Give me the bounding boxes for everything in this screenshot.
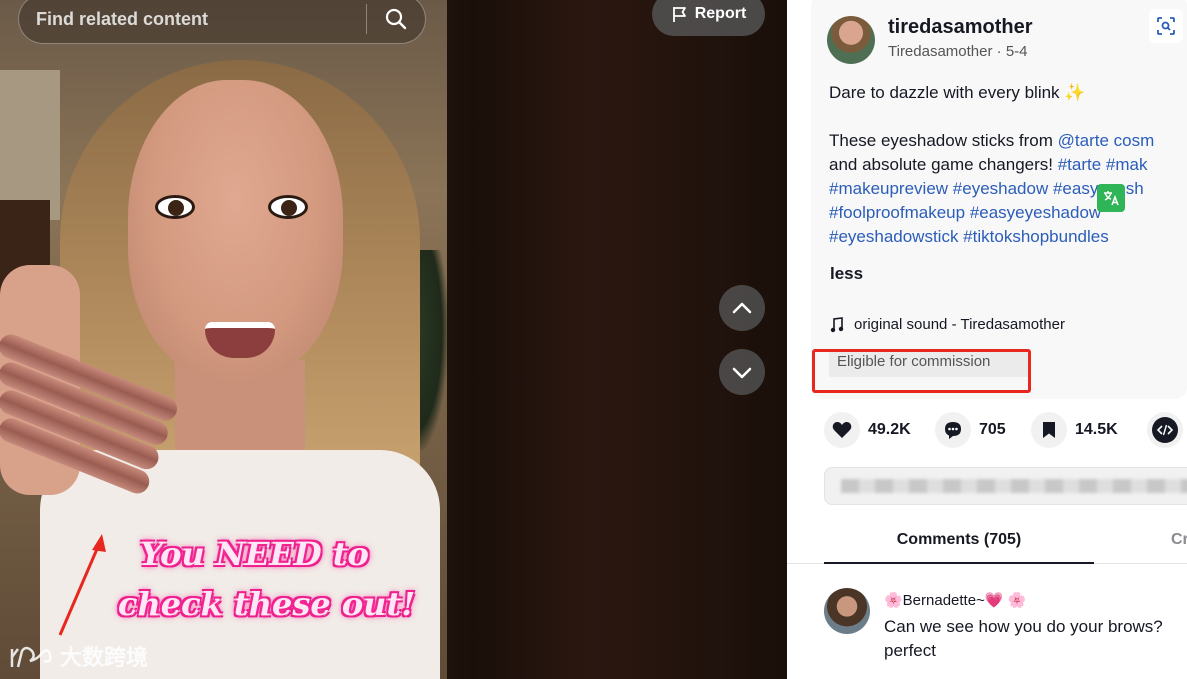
blurred-link-text xyxy=(841,479,1187,493)
presenter-eye-left xyxy=(155,195,195,219)
report-button[interactable]: Report xyxy=(652,0,765,36)
comment-icon-circle xyxy=(935,412,971,448)
search-button[interactable] xyxy=(367,0,425,43)
commenter-avatar[interactable] xyxy=(824,588,870,634)
comment-line-1: Can we see how you do your brows? xyxy=(884,617,1163,636)
caption-line-1: These eyeshadow sticks from @tarte cosm xyxy=(829,129,1187,153)
video-player[interactable]: You NEED to check these out! 大数跨境 Repo xyxy=(0,0,787,679)
watermark-text: 大数跨境 xyxy=(60,646,149,671)
chevron-down-icon xyxy=(732,367,752,379)
post-date: 5-4 xyxy=(1005,43,1028,60)
previous-video-button[interactable] xyxy=(719,285,765,331)
background-window xyxy=(0,70,60,220)
comment-line-2: perfect xyxy=(884,641,936,660)
caption-headline: Dare to dazzle with every blink ✨ xyxy=(829,83,1086,102)
chevron-up-icon xyxy=(732,302,752,314)
report-label: Report xyxy=(694,5,747,22)
search-input[interactable] xyxy=(19,0,366,43)
lens-icon xyxy=(1157,17,1175,35)
like-icon-circle xyxy=(824,412,860,448)
flag-icon xyxy=(672,7,686,22)
caption-line-2: and absolute game changers! #tarte #mak xyxy=(829,153,1187,177)
translate-glyph-icon xyxy=(1104,191,1119,206)
comment-count: 705 xyxy=(979,421,1006,438)
save-icon-circle xyxy=(1031,412,1067,448)
post-info-card: tiredasamother Tiredasamother · 5-4 Dare… xyxy=(811,0,1187,399)
hashtag-line-4[interactable]: #foolproofmakeup #easyeyeshadow xyxy=(829,201,1187,225)
caption-text: These eyeshadow sticks from xyxy=(829,131,1058,150)
author-display-name: Tiredasamother xyxy=(888,43,993,60)
red-arrow-annotation xyxy=(58,534,106,636)
embed-icon-circle xyxy=(1147,412,1183,448)
commenter-name[interactable]: 🌸Bernadette~💗 🌸 xyxy=(884,591,1026,609)
sound-link[interactable]: original sound - Tiredasamother xyxy=(830,316,1065,333)
commission-badge: Eligible for commission xyxy=(829,349,1029,377)
watermark-logo-icon xyxy=(10,646,52,668)
sound-label: original sound - Tiredasamother xyxy=(854,316,1065,333)
like-count: 49.2K xyxy=(868,421,911,438)
comment-icon xyxy=(945,422,961,439)
next-video-button[interactable] xyxy=(719,349,765,395)
mention-link[interactable]: @tarte cosm xyxy=(1058,131,1155,150)
like-button[interactable]: 49.2K xyxy=(824,412,911,448)
copy-link-field[interactable] xyxy=(824,467,1187,505)
embed-button[interactable] xyxy=(1147,412,1183,448)
meta-separator: · xyxy=(992,43,1006,60)
panel-tabs: Comments (705) Cr xyxy=(787,520,1187,564)
less-toggle[interactable]: less xyxy=(830,264,863,284)
caption-text: and absolute game changers! xyxy=(829,155,1058,174)
visual-search-button[interactable] xyxy=(1149,9,1183,43)
video-frame[interactable]: You NEED to check these out! 大数跨境 xyxy=(0,0,447,679)
author-username[interactable]: tiredasamother xyxy=(888,16,1033,39)
hashtag-line-5[interactable]: #eyeshadowstick #tiktokshopbundles xyxy=(829,225,1187,249)
presenter-eye-right xyxy=(268,195,308,219)
search-icon xyxy=(385,8,407,30)
tab-creator-videos[interactable]: Cr xyxy=(1171,520,1187,549)
hashtag-link[interactable]: #tarte #mak xyxy=(1058,155,1148,174)
comment-text: Can we see how you do your brows? perfec… xyxy=(884,615,1187,663)
bookmark-icon xyxy=(1043,422,1055,438)
post-caption: Dare to dazzle with every blink ✨ These … xyxy=(829,81,1187,249)
search-bar[interactable] xyxy=(18,0,426,44)
video-overlay-line2: check these out! xyxy=(118,585,416,623)
video-overlay-line1: You NEED to xyxy=(140,535,369,573)
author-meta: Tiredasamother · 5-4 xyxy=(888,43,1028,60)
hashtag-line-3[interactable]: #makeupreview #eyeshadow #easyeyesh xyxy=(829,177,1187,201)
heart-icon xyxy=(832,421,852,438)
watermark: 大数跨境 xyxy=(8,640,148,672)
comment-button[interactable]: 705 xyxy=(935,412,1006,448)
music-note-icon xyxy=(830,316,844,332)
translate-icon[interactable] xyxy=(1097,184,1125,212)
embed-code-icon xyxy=(1157,424,1173,436)
save-count: 14.5K xyxy=(1075,421,1118,438)
save-button[interactable]: 14.5K xyxy=(1031,412,1118,448)
tab-comments[interactable]: Comments (705) xyxy=(824,520,1094,564)
side-panel: tiredasamother Tiredasamother · 5-4 Dare… xyxy=(787,0,1187,679)
author-avatar[interactable] xyxy=(827,16,875,64)
